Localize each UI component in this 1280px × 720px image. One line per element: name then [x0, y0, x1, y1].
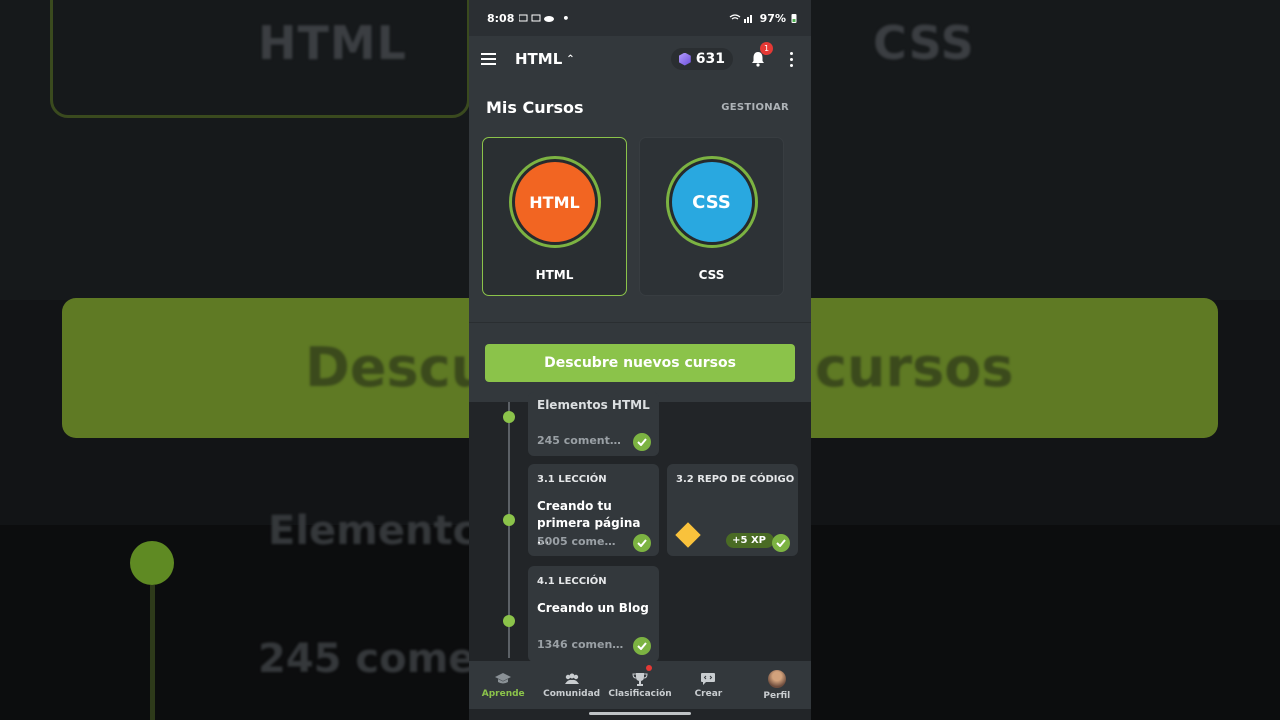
menu-icon[interactable] [481, 48, 503, 70]
signal-icon [729, 14, 752, 23]
nav-community[interactable]: Comunidad [537, 661, 605, 709]
leaderboard-badge [645, 665, 652, 671]
bg-word-css: CSS [873, 16, 975, 70]
notifications-button[interactable]: 1 [747, 42, 773, 70]
nav-label: Clasificación [608, 688, 672, 699]
bottom-navigation: Aprende Comunidad Clasificación Crear Pe… [469, 661, 811, 709]
lesson-card[interactable]: 4.1 LECCIÓN Creando un Blog 1346 comen… [528, 566, 659, 662]
path-node [503, 514, 515, 526]
divider [469, 322, 811, 323]
community-icon [564, 673, 579, 684]
bg-banner-left-text: Descu [305, 336, 490, 399]
gems-counter[interactable]: 631 [670, 48, 733, 70]
learning-path: Elementos HTML 245 coment… 3.1 LECCIÓN C… [469, 392, 811, 662]
css-logo: CSS [671, 162, 752, 242]
lesson-tag: 3.2 REPO DE CÓDIGO [676, 474, 795, 485]
bg-banner-right-text: cursos [815, 336, 1014, 399]
course-card-css[interactable]: CSS CSS [639, 137, 784, 296]
battery-text: 97% [759, 11, 786, 25]
nav-learn[interactable]: Aprende [469, 661, 537, 709]
html-logo: HTML [514, 162, 595, 242]
course-ring: HTML [508, 156, 601, 248]
nav-label: Perfil [763, 690, 791, 701]
status-notification-icons [519, 14, 555, 22]
status-dot: • [562, 11, 570, 25]
more-options-icon[interactable] [783, 51, 799, 67]
manage-button[interactable]: GESTIONAR [721, 102, 789, 113]
discover-courses-button[interactable]: Descubre nuevos cursos [485, 344, 795, 382]
course-ring: CSS [665, 156, 758, 248]
lesson-name: Creando un Blog [537, 601, 649, 615]
bg-lower-word: Elementc [268, 508, 477, 554]
app-bar: HTML ⌃ 631 1 [469, 36, 811, 82]
gesture-bar[interactable] [589, 712, 691, 715]
lesson-tag: 3.1 LECCIÓN [537, 474, 607, 485]
my-courses-title: Mis Cursos [486, 98, 584, 117]
gem-icon [678, 52, 691, 66]
phone-screen: 8:08 • 97% HTML ⌃ 631 1 Mis Cursos GESTI… [469, 0, 811, 720]
lesson-comments: 1346 comen… [537, 638, 624, 651]
battery-icon [791, 14, 797, 23]
check-icon [633, 637, 651, 655]
chevron-up-icon: ⌃ [566, 53, 575, 65]
lesson-comments: 245 coment… [537, 434, 621, 447]
notification-badge: 1 [760, 42, 773, 55]
graduation-cap-icon [495, 672, 512, 683]
course-cards: HTML HTML CSS CSS [469, 117, 811, 296]
nav-leaderboard[interactable]: Clasificación [606, 661, 674, 709]
check-icon [772, 534, 790, 552]
lesson-card[interactable]: Elementos HTML 245 coment… [528, 392, 659, 456]
bg-path-dot [130, 541, 174, 585]
course-card-label: HTML [535, 268, 574, 282]
nav-label: Comunidad [543, 688, 601, 699]
check-icon [633, 534, 651, 552]
bg-path-line [150, 585, 155, 720]
my-courses-panel: Mis Cursos GESTIONAR HTML HTML CSS CSS D… [469, 82, 811, 402]
course-card-label: CSS [698, 268, 725, 282]
nav-create[interactable]: Crear [674, 661, 742, 709]
nav-label: Crear [694, 688, 723, 699]
lesson-name: Elementos HTML [537, 398, 650, 412]
code-bubble-icon [701, 672, 716, 685]
bg-lower-comments: 245 come [258, 636, 476, 682]
lesson-comments: 5005 come… [537, 535, 616, 548]
lesson-tag: 4.1 LECCIÓN [537, 576, 607, 587]
status-bar: 8:08 • 97% [469, 0, 811, 36]
course-selector-label: HTML [515, 50, 563, 68]
check-icon [633, 433, 651, 451]
course-selector[interactable]: HTML ⌃ [515, 50, 575, 68]
code-repo-card[interactable]: 3.2 REPO DE CÓDIGO +5 XP [667, 464, 798, 556]
lesson-card[interactable]: 3.1 LECCIÓN Creando tu primera página … … [528, 464, 659, 556]
status-time: 8:08 [487, 11, 515, 25]
gems-value: 631 [695, 51, 725, 67]
path-node [503, 411, 515, 423]
path-node [503, 615, 515, 627]
xp-badge: +5 XP [726, 533, 774, 548]
nav-label: Aprende [481, 688, 525, 699]
course-card-html[interactable]: HTML HTML [482, 137, 627, 296]
trophy-icon [632, 672, 648, 686]
avatar-icon [767, 669, 786, 688]
nav-profile[interactable]: Perfil [743, 661, 811, 709]
diamond-icon [675, 522, 701, 548]
bg-word-html: HTML [258, 16, 407, 70]
